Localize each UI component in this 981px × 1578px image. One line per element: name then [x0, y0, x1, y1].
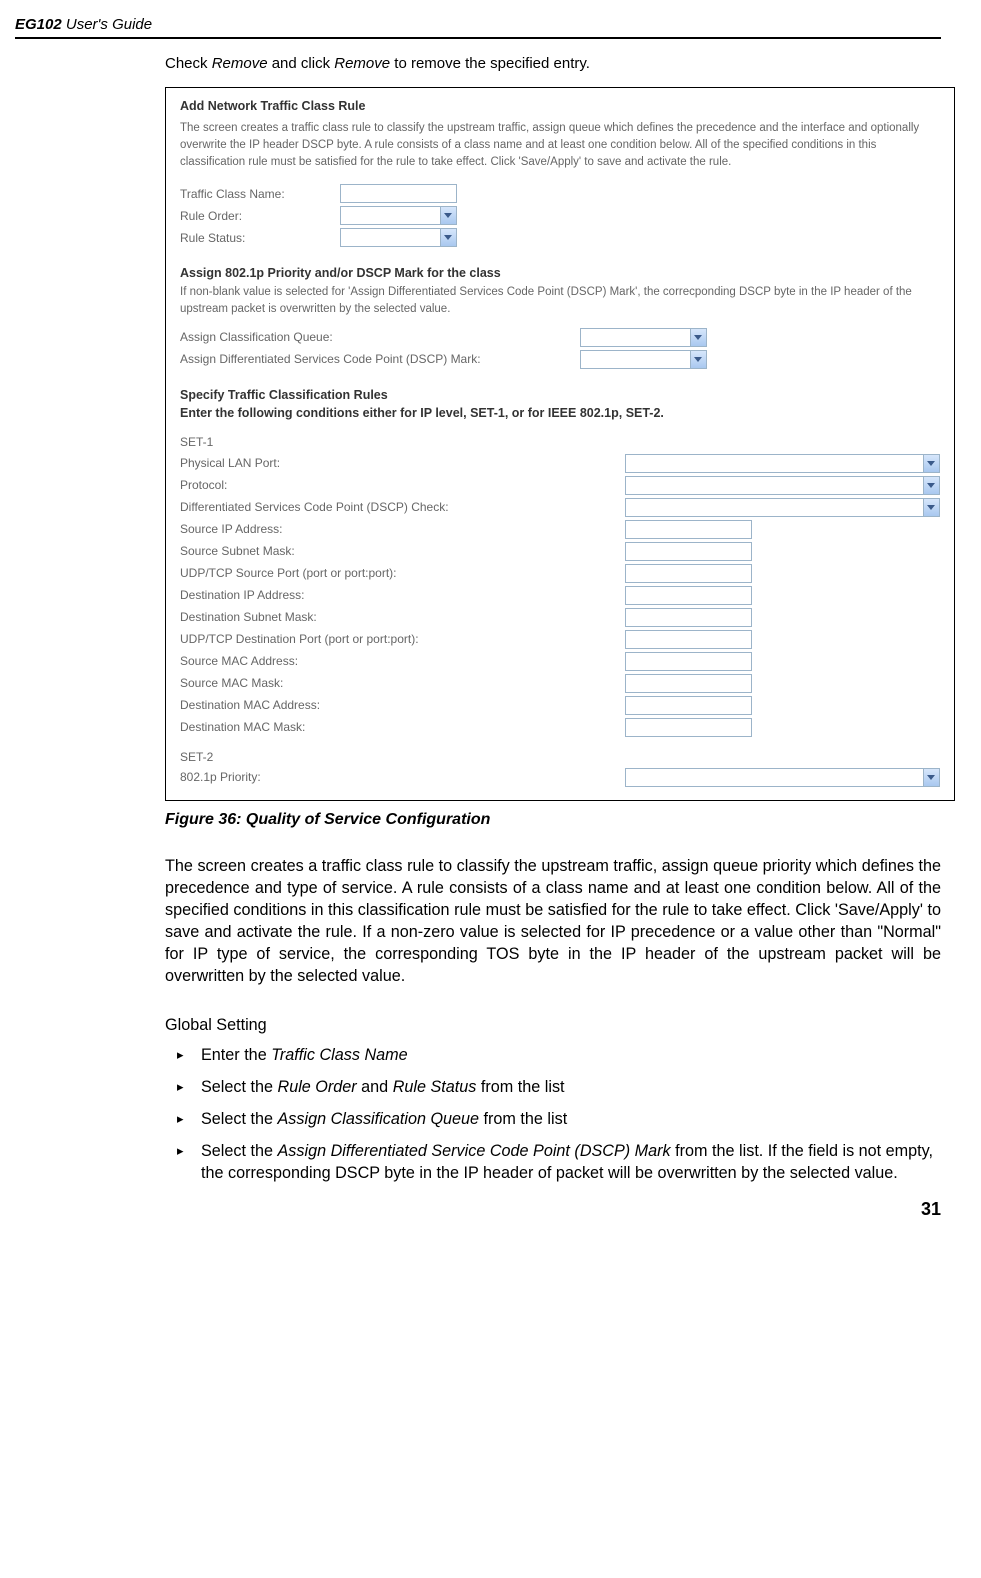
row-dscp-check: Differentiated Services Code Point (DSCP… [180, 498, 940, 517]
row-source-mask: Source Subnet Mask: [180, 542, 940, 561]
intro-mid: and click [268, 55, 335, 72]
panel-title: Add Network Traffic Class Rule [180, 98, 940, 115]
specify-sub: Enter the following conditions either fo… [180, 405, 940, 422]
label-dest-ip: Destination IP Address: [180, 587, 625, 603]
b2-pre: Select the [201, 1078, 278, 1096]
input-dest-mac[interactable] [625, 696, 752, 715]
label-8021p: 802.1p Priority: [180, 769, 625, 785]
row-assign-queue: Assign Classification Queue: [180, 328, 940, 347]
row-dest-mask: Destination Subnet Mask: [180, 608, 940, 627]
bullet-list: Enter the Traffic Class Name Select the … [165, 1045, 941, 1184]
label-dscp-check: Differentiated Services Code Point (DSCP… [180, 499, 625, 515]
input-source-mask[interactable] [625, 542, 752, 561]
assign-head: Assign 802.1p Priority and/or DSCP Mark … [180, 265, 940, 282]
label-traffic-class-name: Traffic Class Name: [180, 186, 340, 202]
label-rule-order: Rule Order: [180, 208, 340, 224]
screenshot-panel: Add Network Traffic Class Rule The scree… [165, 87, 955, 801]
intro-post: to remove the specified entry. [390, 55, 590, 72]
input-source-mac-mask[interactable] [625, 674, 752, 693]
select-protocol[interactable] [625, 476, 940, 495]
select-dscp-check[interactable] [625, 498, 940, 517]
select-lan-port[interactable] [625, 454, 940, 473]
intro-pre: Check [165, 55, 212, 72]
row-source-port: UDP/TCP Source Port (port or port:port): [180, 564, 940, 583]
select-rule-status[interactable] [340, 228, 457, 247]
input-dest-mac-mask[interactable] [625, 718, 752, 737]
bullet-4: Select the Assign Differentiated Service… [173, 1141, 941, 1185]
label-source-mac-mask: Source MAC Mask: [180, 675, 625, 691]
row-dest-port: UDP/TCP Destination Port (port or port:p… [180, 630, 940, 649]
label-dest-mask: Destination Subnet Mask: [180, 609, 625, 625]
set2-label: SET-2 [180, 749, 940, 765]
b1-pre: Enter the [201, 1046, 271, 1064]
label-protocol: Protocol: [180, 477, 625, 493]
specify-head: Specify Traffic Classification Rules [180, 387, 940, 404]
bullet-3: Select the Assign Classification Queue f… [173, 1109, 941, 1131]
row-dest-mac-mask: Destination MAC Mask: [180, 718, 940, 737]
row-protocol: Protocol: [180, 476, 940, 495]
figure-caption: Figure 36: Quality of Service Configurat… [165, 809, 941, 831]
label-assign-dscp: Assign Differentiated Services Code Poin… [180, 351, 580, 367]
panel-desc: The screen creates a traffic class rule … [180, 120, 940, 170]
page-number: 31 [15, 1197, 941, 1221]
row-source-mac: Source MAC Address: [180, 652, 940, 671]
header-model: EG102 [15, 16, 62, 33]
b4-em: Assign Differentiated Service Code Point… [278, 1142, 671, 1160]
row-traffic-class-name: Traffic Class Name: [180, 184, 940, 203]
input-source-ip[interactable] [625, 520, 752, 539]
b3-post: from the list [479, 1110, 567, 1128]
label-source-mask: Source Subnet Mask: [180, 543, 625, 559]
select-8021p[interactable] [625, 768, 940, 787]
intro-text: Check Remove and click Remove to remove … [165, 54, 941, 74]
b4-pre: Select the [201, 1142, 278, 1160]
select-rule-order[interactable] [340, 206, 457, 225]
row-lan-port: Physical LAN Port: [180, 454, 940, 473]
label-rule-status: Rule Status: [180, 230, 340, 246]
bullet-2: Select the Rule Order and Rule Status fr… [173, 1077, 941, 1099]
b2-mid: and [357, 1078, 393, 1096]
row-source-ip: Source IP Address: [180, 520, 940, 539]
row-8021p: 802.1p Priority: [180, 768, 940, 787]
select-assign-queue[interactable] [580, 328, 707, 347]
b2-em1: Rule Order [278, 1078, 357, 1096]
row-dest-mac: Destination MAC Address: [180, 696, 940, 715]
b3-em: Assign Classification Queue [278, 1110, 480, 1128]
page-header: EG102 User's Guide [15, 15, 941, 39]
header-guide: User's Guide [62, 16, 152, 33]
label-dest-mac-mask: Destination MAC Mask: [180, 719, 625, 735]
row-rule-status: Rule Status: [180, 228, 940, 247]
input-source-mac[interactable] [625, 652, 752, 671]
label-source-port: UDP/TCP Source Port (port or port:port): [180, 565, 625, 581]
intro-remove-2: Remove [334, 55, 390, 72]
b1-em: Traffic Class Name [271, 1046, 407, 1064]
assign-desc: If non-blank value is selected for 'Assi… [180, 284, 940, 317]
label-source-mac: Source MAC Address: [180, 653, 625, 669]
label-lan-port: Physical LAN Port: [180, 455, 625, 471]
select-assign-dscp[interactable] [580, 350, 707, 369]
label-dest-port: UDP/TCP Destination Port (port or port:p… [180, 631, 625, 647]
row-source-mac-mask: Source MAC Mask: [180, 674, 940, 693]
body-paragraph: The screen creates a traffic class rule … [165, 856, 941, 987]
input-traffic-class-name[interactable] [340, 184, 457, 203]
input-dest-mask[interactable] [625, 608, 752, 627]
row-assign-dscp: Assign Differentiated Services Code Poin… [180, 350, 940, 369]
global-setting-head: Global Setting [165, 1015, 941, 1037]
label-dest-mac: Destination MAC Address: [180, 697, 625, 713]
input-source-port[interactable] [625, 564, 752, 583]
b2-em2: Rule Status [393, 1078, 477, 1096]
bullet-1: Enter the Traffic Class Name [173, 1045, 941, 1067]
label-source-ip: Source IP Address: [180, 521, 625, 537]
row-rule-order: Rule Order: [180, 206, 940, 225]
intro-remove-1: Remove [212, 55, 268, 72]
label-assign-queue: Assign Classification Queue: [180, 329, 580, 345]
row-dest-ip: Destination IP Address: [180, 586, 940, 605]
input-dest-port[interactable] [625, 630, 752, 649]
b2-post: from the list [476, 1078, 564, 1096]
set1-label: SET-1 [180, 434, 940, 450]
b3-pre: Select the [201, 1110, 278, 1128]
input-dest-ip[interactable] [625, 586, 752, 605]
